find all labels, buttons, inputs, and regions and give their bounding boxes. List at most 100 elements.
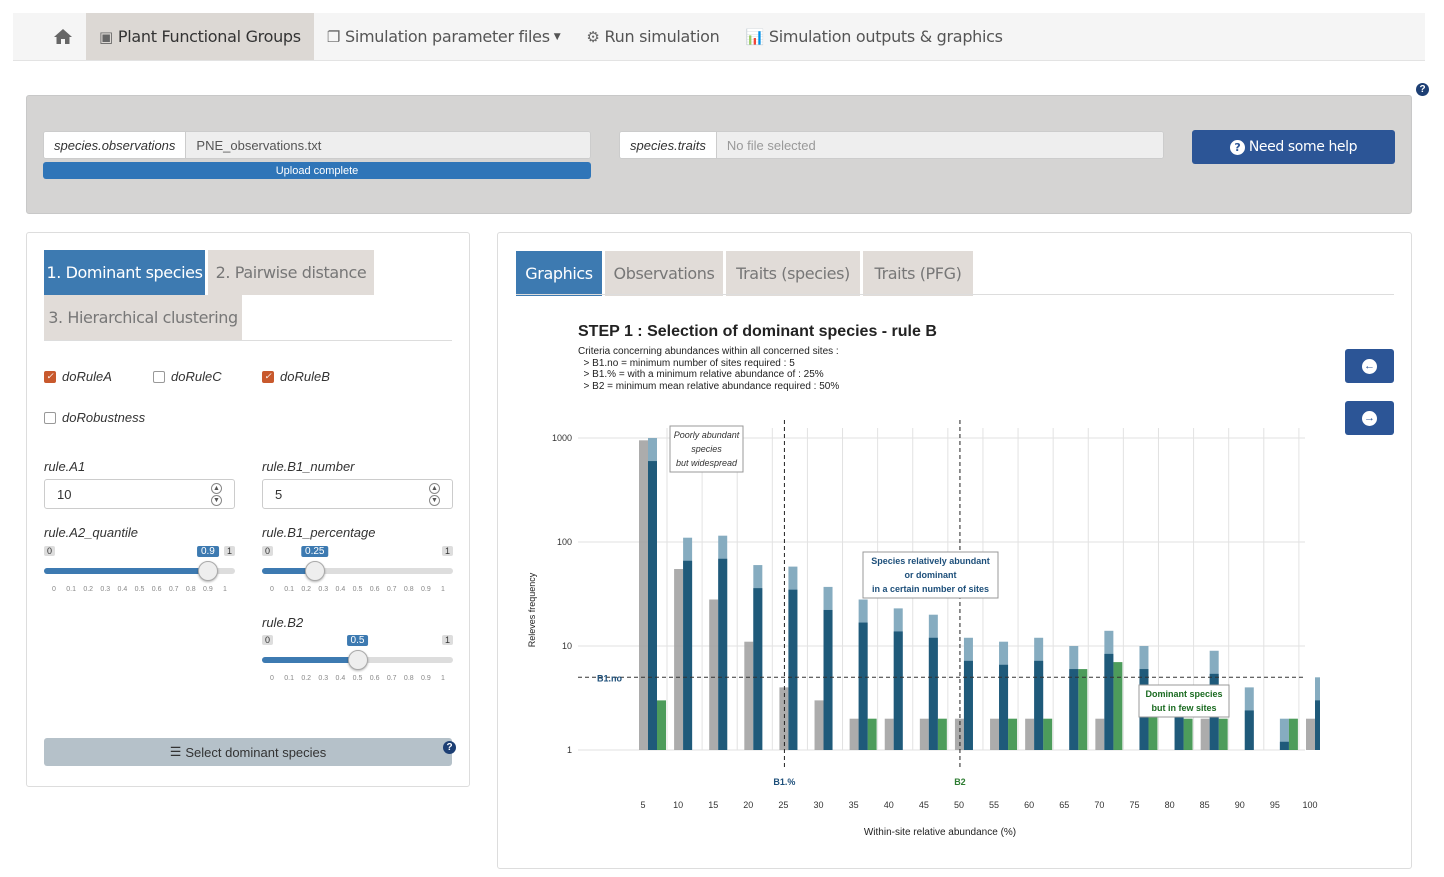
- x-tick-label: 95: [1270, 800, 1280, 810]
- need-help-button[interactable]: ? Need some help: [1192, 130, 1395, 164]
- rule-b1-percentage-slider[interactable]: 0 1 0.25 0 0.1 0.2 0.3 0.4 0.5 0.6 0.7 0.8 0.9 1: [262, 546, 453, 606]
- bar: [753, 588, 763, 750]
- spin-up-icon[interactable]: ▲: [211, 483, 222, 494]
- bar: [1279, 741, 1289, 750]
- x-tick-label: 55: [989, 800, 999, 810]
- bar: [1104, 653, 1114, 750]
- rule-b1-number-value: 5: [275, 486, 283, 502]
- spin-up-icon[interactable]: ▲: [429, 483, 440, 494]
- bar: [1008, 718, 1018, 750]
- checkbox-box[interactable]: ✓: [44, 370, 56, 383]
- bar: [1183, 718, 1193, 750]
- previous-graph-button[interactable]: ←: [1345, 349, 1394, 383]
- annotation: but in few sites: [1151, 703, 1216, 713]
- nav-home[interactable]: [13, 13, 86, 60]
- tab-graphics[interactable]: Graphics: [516, 251, 602, 296]
- rule-b2-slider[interactable]: 0 1 0.5 0 0.1 0.2 0.3 0.4 0.5 0.6 0.7 0.8 0.9 1: [262, 635, 453, 695]
- files-icon: ❐: [326, 27, 340, 46]
- y-axis-label: Releves frequency: [527, 572, 537, 647]
- x-tick-label: 65: [1059, 800, 1069, 810]
- select-dominant-species-button[interactable]: ☰ Select dominant species: [44, 738, 452, 766]
- spinner[interactable]: ▲ ▼: [429, 483, 440, 506]
- checkbox-label: doRuleA: [62, 369, 112, 384]
- slider-tick-label: 0.3: [318, 675, 329, 682]
- bar: [814, 700, 824, 750]
- checkbox-dorulea[interactable]: ✓ doRuleA: [44, 369, 112, 384]
- slider-tick-label: 0.2: [301, 675, 312, 682]
- x-tick-label: 70: [1094, 800, 1104, 810]
- nav-run-simulation[interactable]: ⚙ Run simulation: [573, 13, 732, 60]
- bar: [1113, 662, 1123, 750]
- nav-simulation-parameter-files[interactable]: ❐ Simulation parameter files ▼: [314, 13, 574, 60]
- bar: [1078, 669, 1088, 750]
- slider-tick-label: 1: [441, 675, 445, 682]
- tab-traits-species[interactable]: Traits (species): [726, 251, 860, 296]
- help-icon[interactable]: ?: [443, 741, 456, 754]
- checkbox-box[interactable]: [153, 370, 165, 383]
- x-tick-label: 30: [814, 800, 824, 810]
- rule-b1-percentage-label: rule.B1_percentage: [262, 525, 376, 540]
- bar: [1315, 700, 1320, 750]
- slider-min-label: 0: [44, 546, 56, 556]
- annotation: in a certain number of sites: [872, 584, 989, 594]
- bar: [1043, 718, 1053, 750]
- file-input-label: species.traits: [620, 132, 717, 158]
- rule-b1-number-input[interactable]: 5 ▲ ▼: [262, 479, 453, 509]
- bar: [1244, 710, 1254, 750]
- checkbox-doruleb[interactable]: ✓ doRuleB: [262, 369, 330, 384]
- slider-tick-label: 1: [441, 586, 445, 593]
- slider-tick-label: 0.2: [83, 586, 94, 593]
- checkbox-label: doRobustness: [62, 410, 146, 425]
- arrow-right-icon: →: [1362, 410, 1377, 426]
- barchart-icon: 📊: [745, 27, 765, 46]
- species-traits-file-input[interactable]: species.traits No file selected: [619, 131, 1164, 159]
- checkbox-dorulec[interactable]: doRuleC: [153, 369, 222, 384]
- x-tick-label: 50: [954, 800, 964, 810]
- rule-a2-slider[interactable]: 0 1 0.9 0 0.1 0.2 0.3 0.4 0.5 0.6 0.7 0.8 0.9 1: [44, 546, 235, 606]
- bar: [1306, 718, 1315, 750]
- nav-label: Plant Functional Groups: [117, 27, 301, 46]
- slider-tick-label: 0.5: [134, 586, 145, 593]
- next-graph-button[interactable]: →: [1345, 401, 1394, 435]
- slider-handle[interactable]: [197, 561, 218, 581]
- nav-simulation-outputs[interactable]: 📊 Simulation outputs & graphics: [733, 13, 1016, 60]
- nav-label: Simulation parameter files: [344, 27, 550, 46]
- bar: [858, 622, 868, 750]
- nav-label: Run simulation: [604, 27, 720, 46]
- slider-tick-label: 0.1: [284, 586, 294, 593]
- tab-dominant-species[interactable]: 1. Dominant species: [44, 250, 205, 295]
- x-axis-label: Within-site relative abundance (%): [864, 827, 1016, 838]
- slider-handle[interactable]: [304, 561, 325, 581]
- slider-max-label: 1: [441, 546, 453, 556]
- species-observations-file-input[interactable]: species.observations PNE_observations.tx…: [43, 131, 591, 159]
- slider-tick-label: 0.5: [352, 675, 363, 682]
- rule-a2-label: rule.A2_quantile: [44, 525, 138, 540]
- list-icon: ☰: [169, 744, 182, 759]
- file-input-value: PNE_observations.txt: [186, 132, 590, 158]
- checkbox-dorobustness[interactable]: doRobustness: [44, 410, 145, 425]
- spin-down-icon[interactable]: ▼: [429, 495, 440, 506]
- tab-pairwise-distance[interactable]: 2. Pairwise distance: [208, 250, 374, 295]
- x-tick-label: 10: [673, 800, 683, 810]
- checkbox-box[interactable]: ✓: [262, 370, 274, 383]
- abundance-chart: 1 10 100 1000 5 10 15 20 25 30 35 40 45 50 55 60 65 70 75 8…: [527, 420, 1320, 838]
- criteria-line: > B2 = minimum mean relative abundance r…: [578, 381, 840, 392]
- tab-traits-pfg[interactable]: Traits (PFG): [863, 251, 973, 296]
- threshold-label: B2: [954, 777, 966, 787]
- checkbox-label: doRuleC: [171, 369, 222, 384]
- checkbox-box[interactable]: [44, 411, 56, 424]
- rule-b2-label: rule.B2: [262, 615, 304, 630]
- threshold-label: B1.%: [773, 777, 795, 787]
- spin-down-icon[interactable]: ▼: [211, 495, 222, 506]
- spinner[interactable]: ▲ ▼: [211, 483, 222, 506]
- checkbox-label: doRuleB: [280, 369, 330, 384]
- rule-a1-input[interactable]: 10 ▲ ▼: [44, 479, 235, 509]
- nav-plant-functional-groups[interactable]: ▣ Plant Functional Groups: [86, 13, 314, 60]
- tab-hierarchical-clustering[interactable]: 3. Hierarchical clustering: [44, 295, 242, 340]
- tab-observations[interactable]: Observations: [605, 251, 723, 296]
- x-tick-label: 45: [919, 800, 929, 810]
- bar: [718, 558, 728, 750]
- slider-handle[interactable]: [347, 650, 368, 670]
- help-icon[interactable]: ?: [1416, 83, 1429, 96]
- bar: [919, 718, 929, 750]
